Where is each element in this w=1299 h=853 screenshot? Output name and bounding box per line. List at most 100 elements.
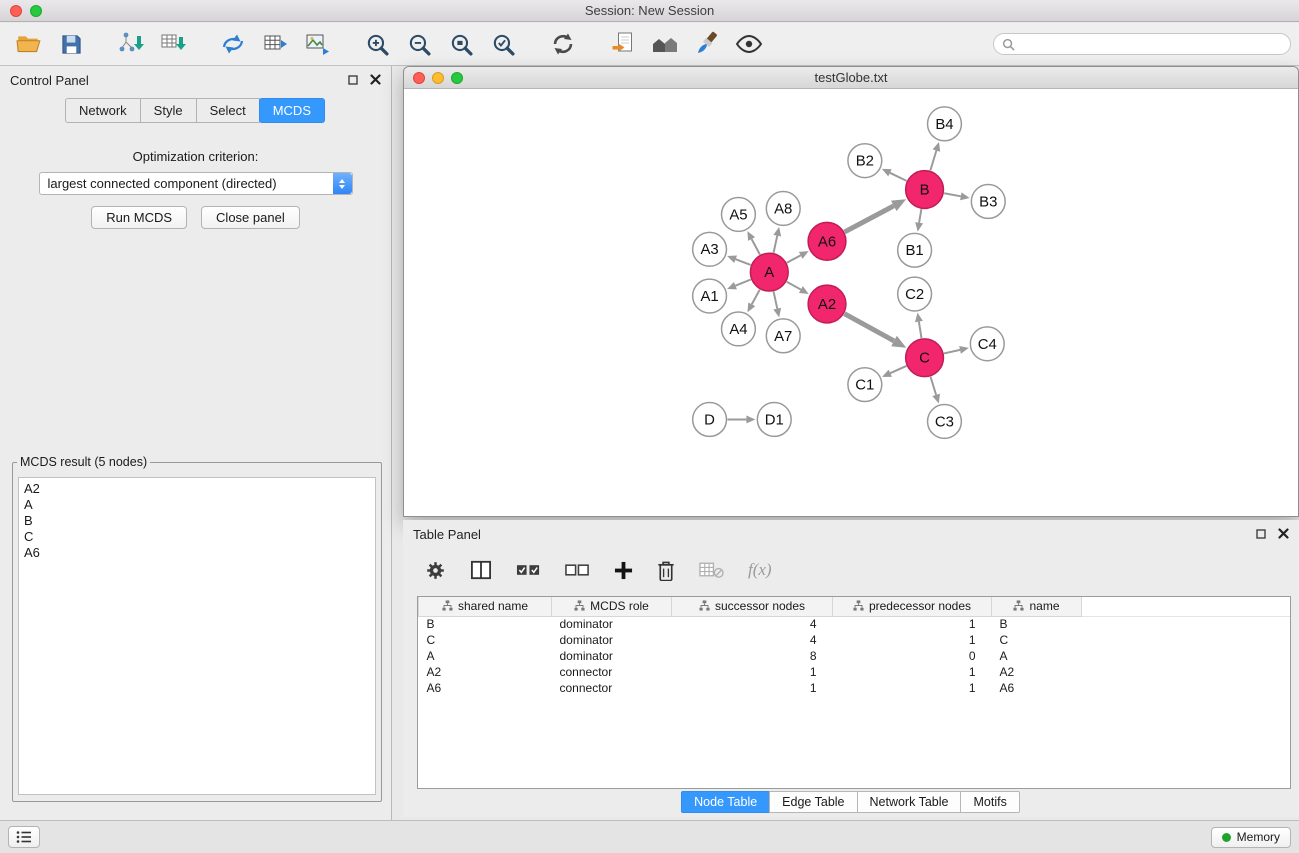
network-zoom-button[interactable]: [451, 72, 463, 84]
table-cell[interactable]: A2: [992, 664, 1082, 680]
close-table-panel-icon[interactable]: [1278, 527, 1289, 542]
table-cell[interactable]: 1: [833, 616, 992, 632]
table-cell[interactable]: 8: [672, 648, 833, 664]
app-titlebar[interactable]: Session: New Session: [0, 0, 1299, 22]
show-hide-graphics-button[interactable]: [728, 27, 770, 61]
edge-A-A6[interactable]: [787, 255, 801, 262]
float-table-panel-icon[interactable]: [1256, 527, 1266, 542]
network-node-C[interactable]: C: [906, 339, 944, 377]
edge-A-A1[interactable]: [735, 280, 750, 286]
apply-layout-button[interactable]: [542, 27, 584, 61]
deselect-all-button[interactable]: [565, 562, 590, 578]
mcds-result-item[interactable]: A6: [24, 545, 370, 561]
network-node-A3[interactable]: A3: [693, 232, 727, 266]
edge-A-A2[interactable]: [787, 282, 801, 290]
table-cell[interactable]: C: [992, 632, 1082, 648]
zoom-fit-button[interactable]: [440, 27, 482, 61]
table-cell[interactable]: dominator: [552, 648, 672, 664]
table-cell[interactable]: 1: [672, 680, 833, 696]
mcds-result-list[interactable]: A2ABCA6: [18, 477, 376, 795]
close-panel-icon[interactable]: [370, 73, 381, 88]
network-node-A2[interactable]: A2: [808, 285, 846, 323]
network-canvas-svg[interactable]: B4B2BB3A5A8A6B1A3AA1A2C2A4A7C4CC1C3DD1: [404, 90, 1298, 516]
tab-network-table[interactable]: Network Table: [857, 791, 962, 813]
add-column-button[interactable]: [614, 561, 633, 580]
table-cell[interactable]: 1: [833, 680, 992, 696]
table-cell[interactable]: A2: [419, 664, 552, 680]
network-window-titlebar[interactable]: testGlobe.txt: [404, 67, 1298, 89]
edge-C-C1[interactable]: [890, 366, 906, 373]
column-header-name[interactable]: name: [992, 597, 1082, 616]
network-node-A4[interactable]: A4: [722, 312, 756, 346]
node-table[interactable]: shared nameMCDS rolesuccessor nodesprede…: [417, 596, 1291, 789]
delete-column-button[interactable]: [657, 560, 675, 581]
mcds-result-item[interactable]: A2: [24, 481, 370, 497]
memory-button[interactable]: Memory: [1211, 827, 1291, 848]
network-node-B2[interactable]: B2: [848, 144, 882, 178]
table-cell[interactable]: 0: [833, 648, 992, 664]
network-minimize-button[interactable]: [432, 72, 444, 84]
network-node-A[interactable]: A: [750, 253, 788, 291]
table-row[interactable]: Cdominator41C: [419, 632, 1291, 648]
column-header-shared-name[interactable]: shared name: [419, 597, 552, 616]
table-cell[interactable]: B: [419, 616, 552, 632]
table-cell[interactable]: C: [419, 632, 552, 648]
column-header-successor-nodes[interactable]: successor nodes: [672, 597, 833, 616]
select-all-button[interactable]: [516, 562, 541, 578]
save-session-button[interactable]: [50, 27, 92, 61]
home-button[interactable]: [644, 27, 686, 61]
network-node-C2[interactable]: C2: [898, 277, 932, 311]
edge-C-C3[interactable]: [931, 377, 937, 395]
show-columns-button[interactable]: [470, 560, 492, 580]
table-row[interactable]: Adominator80A: [419, 648, 1291, 664]
table-row[interactable]: A2connector11A2: [419, 664, 1291, 680]
edge-A2-C[interactable]: [844, 314, 894, 341]
table-cell[interactable]: 4: [672, 616, 833, 632]
tab-network[interactable]: Network: [65, 98, 141, 123]
edge-C-C2[interactable]: [919, 322, 922, 338]
table-row[interactable]: A6connector11A6: [419, 680, 1291, 696]
network-node-A1[interactable]: A1: [693, 279, 727, 313]
float-panel-icon[interactable]: [348, 73, 358, 88]
network-node-C4[interactable]: C4: [970, 327, 1004, 361]
delete-table-button[interactable]: [699, 561, 724, 579]
export-image-button[interactable]: [296, 27, 338, 61]
edge-A-A5[interactable]: [752, 239, 760, 255]
network-node-A6[interactable]: A6: [808, 222, 846, 260]
network-canvas[interactable]: B4B2BB3A5A8A6B1A3AA1A2C2A4A7C4CC1C3DD1: [404, 90, 1298, 516]
table-row[interactable]: Bdominator41B: [419, 616, 1291, 632]
column-header-predecessor-nodes[interactable]: predecessor nodes: [833, 597, 992, 616]
table-settings-button[interactable]: [425, 560, 446, 581]
mcds-result-item[interactable]: C: [24, 529, 370, 545]
run-mcds-button[interactable]: Run MCDS: [91, 206, 187, 229]
table-cell[interactable]: A6: [992, 680, 1082, 696]
close-window-button[interactable]: [10, 5, 22, 17]
open-session-button[interactable]: [8, 27, 50, 61]
export-table-button[interactable]: [254, 27, 296, 61]
network-node-C3[interactable]: C3: [928, 405, 962, 439]
network-node-B1[interactable]: B1: [898, 233, 932, 267]
style-brush-button[interactable]: [686, 27, 728, 61]
optimization-criterion-dropdown[interactable]: largest connected component (directed): [39, 172, 353, 195]
tab-select[interactable]: Select: [196, 98, 260, 123]
table-cell[interactable]: 1: [672, 664, 833, 680]
close-panel-button[interactable]: Close panel: [201, 206, 300, 229]
zoom-in-button[interactable]: [356, 27, 398, 61]
tab-edge-table[interactable]: Edge Table: [769, 791, 857, 813]
tab-motifs[interactable]: Motifs: [960, 791, 1019, 813]
task-history-button[interactable]: [8, 826, 40, 848]
zoom-selected-button[interactable]: [482, 27, 524, 61]
table-cell[interactable]: A: [419, 648, 552, 664]
table-cell[interactable]: 1: [833, 632, 992, 648]
network-node-D1[interactable]: D1: [757, 403, 791, 437]
edge-A-A8[interactable]: [774, 236, 778, 253]
import-table-file-button[interactable]: [152, 27, 194, 61]
network-node-D[interactable]: D: [693, 403, 727, 437]
mcds-result-item[interactable]: B: [24, 513, 370, 529]
edge-B-B2[interactable]: [890, 173, 907, 181]
network-node-A5[interactable]: A5: [722, 197, 756, 231]
dropdown-stepper-icon[interactable]: [333, 173, 352, 194]
table-cell[interactable]: 1: [833, 664, 992, 680]
table-cell[interactable]: B: [992, 616, 1082, 632]
edge-C-C4[interactable]: [944, 350, 960, 354]
